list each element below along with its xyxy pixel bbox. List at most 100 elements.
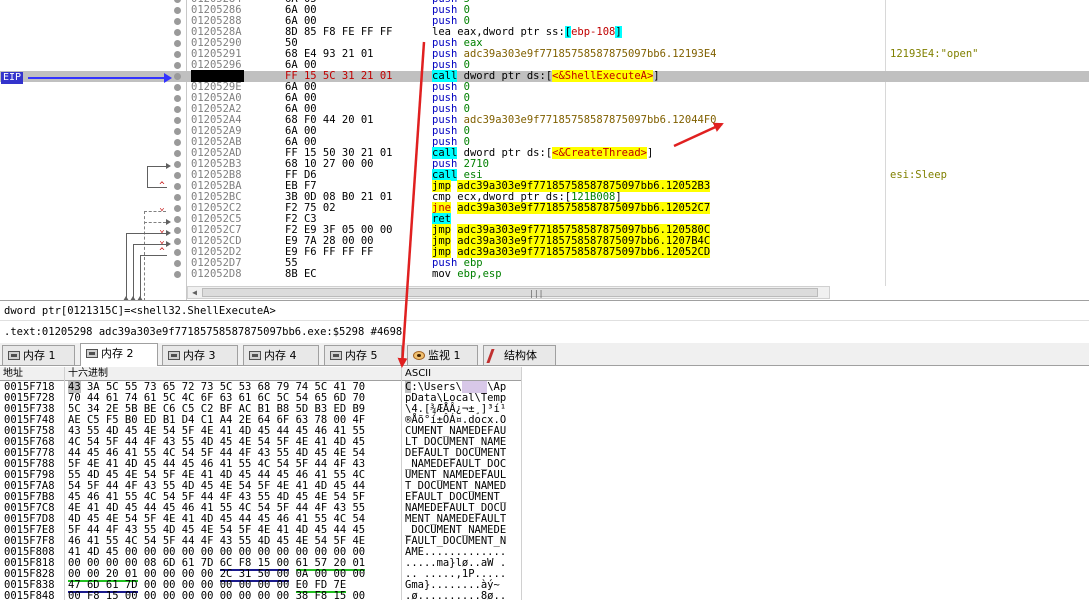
instruction-text: mov ebp,esp [432,268,502,280]
instruction-comment: 12193E4:"open" [890,48,979,60]
jump-line [144,222,166,223]
memory-dump-pane[interactable]: 地址 十六进制 ASCII 0015F718 43 3A 5C 55 73 65 … [0,367,1089,600]
instruction-bytes: E9 F6 FF FF FF [285,246,374,258]
breakpoint-dot-icon[interactable] [174,95,181,102]
breakpoint-dot-icon[interactable] [174,194,181,201]
instruction-comment: esi:Sleep [890,169,947,181]
breakpoint-dot-icon[interactable] [174,62,181,69]
struct-icon [486,349,502,363]
header-hex[interactable]: 十六进制 [65,367,402,381]
breakpoint-dot-icon[interactable] [174,51,181,58]
tab-内存-5[interactable]: 内存 5 [324,345,402,365]
tab-label: 内存 4 [264,349,297,362]
disasm-row[interactable]: ^ 012052D2 E9 F6 FF FF FF jmp adc39a303e9f7… [0,246,1089,258]
tab-内存-4[interactable]: 内存 4 [243,345,319,365]
breakpoint-dot-icon[interactable] [174,18,181,25]
tab-label: 监视 1 [428,349,461,362]
breakpoint-dot-icon[interactable] [174,161,181,168]
breakpoint-dot-icon[interactable] [174,0,181,3]
header-address[interactable]: 地址 [0,367,65,381]
eip-pointer-line [28,77,168,79]
tab-内存-1[interactable]: 内存 1 [2,345,75,365]
breakpoint-dot-icon[interactable] [174,139,181,146]
jump-line [147,166,148,188]
jump-line [147,187,167,188]
instruction-bytes: 8D 85 F8 FE FF FF [285,26,393,38]
info-line-operand: dword ptr[0121315C]=<shell32.ShellExecut… [4,305,276,317]
breakpoint-dot-icon[interactable] [174,183,181,190]
breakpoint-dot-icon[interactable] [174,73,181,80]
dump-header: 地址 十六进制 ASCII [0,367,522,381]
jump-line [133,244,134,300]
jump-arrow-icon [166,230,171,236]
jump-arrow-icon [166,219,171,225]
disasm-row[interactable]: 01205286 6A 00 push 0 [0,5,1089,16]
instruction-address: 012052D8 [191,268,242,280]
dump-address: 0015F848 [4,590,55,600]
disasm-row[interactable]: 01205291 68 E4 93 21 01 push adc39a303e9f7… [0,49,1089,60]
breakpoint-dot-icon[interactable] [174,84,181,91]
jump-line [140,244,167,245]
info-panel: dword ptr[0121315C]=<shell32.ShellExecut… [0,300,1089,344]
breakpoint-dot-icon[interactable] [174,29,181,36]
breakpoint-dot-icon[interactable] [174,216,181,223]
column-divider [521,367,522,600]
tab-label: 结构体 [504,349,537,362]
breakpoint-dot-icon[interactable] [174,7,181,14]
disasm-row[interactable]: 0120528A 8D 85 F8 FE FF FF lea eax,dword p… [0,26,1089,38]
jump-line [140,255,167,256]
jump-arrow-icon [166,163,171,169]
instruction-bytes: 8B EC [285,268,317,280]
jump-up-icon: ^ [159,247,165,257]
instruction-text: jne adc39a303e9f77185758587875097bb6.120… [432,202,711,214]
header-ascii[interactable]: ASCII [402,367,522,381]
breakpoint-dot-icon[interactable] [174,172,181,179]
jump-line [140,255,141,300]
scroll-left-icon[interactable]: ◀ [188,287,201,298]
disasm-row[interactable]: 012052A0 6A 00 push 0 [0,93,1089,104]
breakpoint-dot-icon[interactable] [174,227,181,234]
disasm-row[interactable]: 0120529E 6A 00 push 0 [0,82,1089,93]
info-line-location: .text:01205298 adc39a303e9f7718575858787… [4,326,403,338]
jump-line [126,233,127,300]
instruction-text: push adc39a303e9f77185758587875097bb6.12… [432,48,717,60]
tab-内存-2[interactable]: 内存 2 [80,343,158,366]
breakpoint-dot-icon[interactable] [174,205,181,212]
breakpoint-dot-icon[interactable] [174,106,181,113]
dump-hex: 00 F8 15 00 00 00 00 00 00 00 00 00 38 F… [68,590,366,600]
breakpoint-dot-icon[interactable] [174,40,181,47]
tab-监视-1[interactable]: 监视 1 [407,345,478,365]
tab-label: 内存 1 [23,349,56,362]
disasm-row[interactable]: 012052D7 55 push ebp [0,258,1089,269]
tab-label: 内存 5 [345,349,378,362]
tab-结构体[interactable]: 结构体 [483,345,556,365]
scrollbar-thumb[interactable]: ||| [202,288,818,298]
breakpoint-dot-icon[interactable] [174,150,181,157]
disasm-row[interactable]: 012052D8 8B EC mov ebp,esp [0,269,1089,280]
breakpoint-dot-icon[interactable] [174,260,181,267]
dump-tab-bar: 内存 1 内存 2 内存 3 内存 4 内存 5 监视 1 结构体 [0,343,1089,366]
dump-ascii: .ø..........8ø.. [405,590,507,600]
disasm-row[interactable]: 012052A9 6A 00 push 0 [0,126,1089,137]
horizontal-scrollbar[interactable]: ◀ ||| [187,286,830,299]
grip-icon: ||| [529,289,544,298]
memory-icon [330,351,342,360]
disasm-row[interactable]: ⌄ 012052C2 F2 75 02 jne adc39a303e9f7718575… [0,202,1089,214]
disasm-row[interactable]: 012052A4 68 F0 44 20 01 push adc39a303e9f7… [0,115,1089,126]
watch-icon [413,351,425,360]
jump-line [144,211,166,212]
column-divider [401,367,402,600]
tab-内存-3[interactable]: 内存 3 [162,345,238,365]
column-divider [64,367,65,600]
breakpoint-dot-icon[interactable] [174,128,181,135]
memory-icon [249,351,261,360]
disasm-row[interactable]: 012052AD FF 15 50 30 21 01 call dword ptr … [0,147,1089,159]
breakpoint-dot-icon[interactable] [174,238,181,245]
memory-icon [168,351,180,360]
breakpoint-dot-icon[interactable] [174,249,181,256]
tab-label: 内存 3 [183,349,216,362]
disassembly-pane[interactable]: 012052846A 05push 5012052866A 00push 001… [0,0,1089,300]
info-divider [0,320,1089,321]
breakpoint-dot-icon[interactable] [174,271,181,278]
breakpoint-dot-icon[interactable] [174,117,181,124]
